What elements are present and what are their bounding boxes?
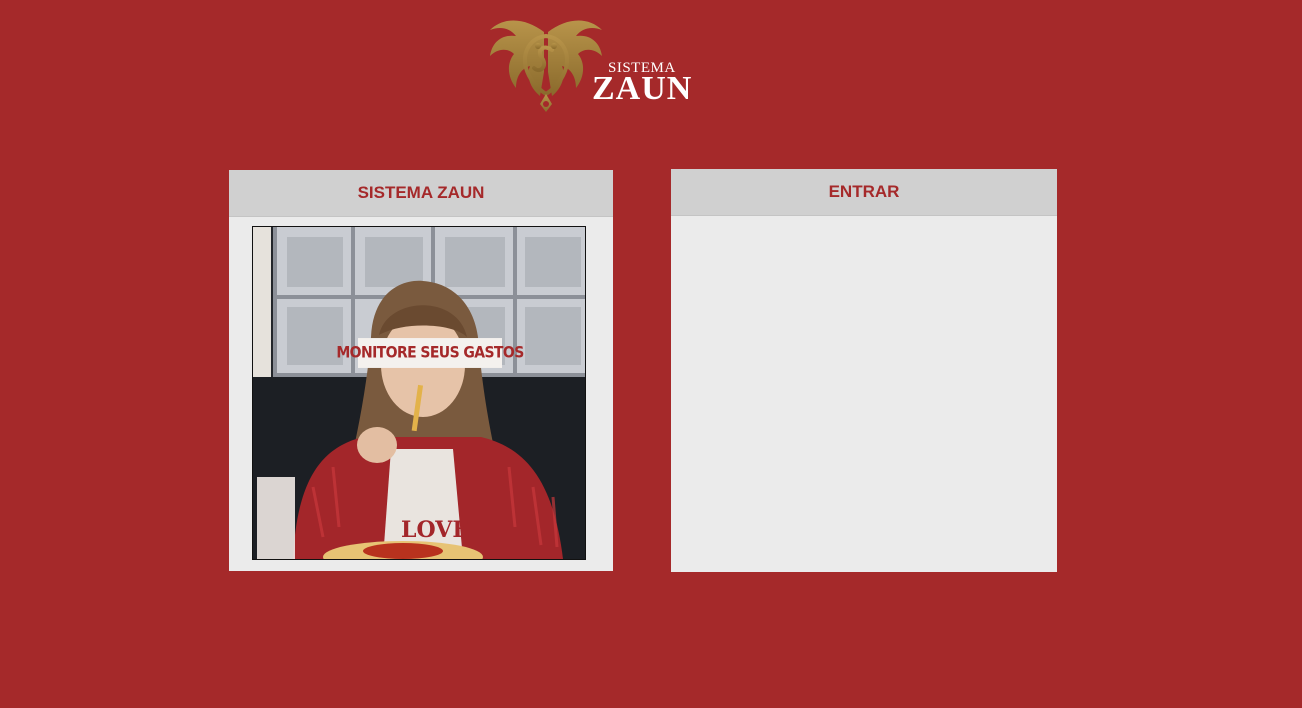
login-panel-title: ENTRAR xyxy=(671,169,1057,216)
login-panel: ENTRAR xyxy=(671,169,1057,572)
logo-big-text: ZAUN xyxy=(592,70,693,107)
site-logo: SISTEMA ZAUN xyxy=(486,12,706,124)
info-panel-title: SISTEMA ZAUN xyxy=(229,170,613,217)
dragon-emblem-icon xyxy=(490,20,602,122)
shirt-text: LOVE xyxy=(401,517,469,543)
promo-photo: LOVE xyxy=(253,227,585,559)
promo-image: LOVE MONITORE SEUS GASTOS xyxy=(252,226,586,560)
promo-caption: MONITORE SEUS GASTOS xyxy=(336,338,524,368)
info-panel: SISTEMA ZAUN LOVE MONITORE SEUS GASTOS xyxy=(229,170,613,571)
